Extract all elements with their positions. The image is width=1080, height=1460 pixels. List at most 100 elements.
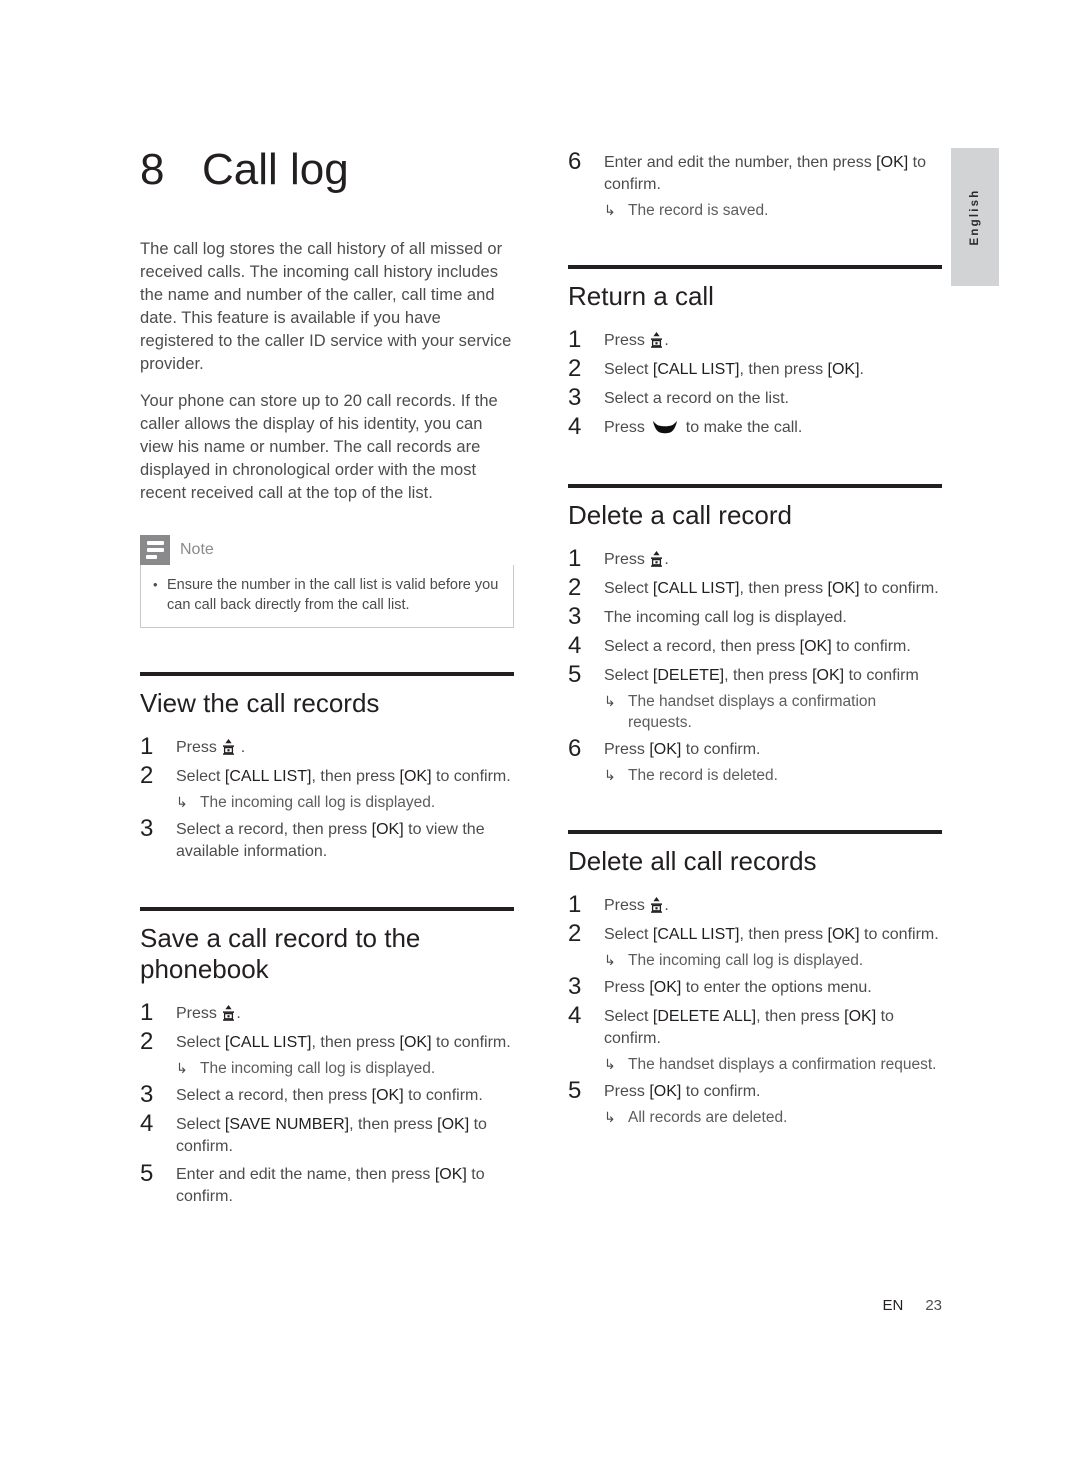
step-item: 5 Select [DELETE], then press [OK] to co… <box>568 661 942 733</box>
step-text: Select [CALL LIST], then press [OK] to c… <box>176 766 514 788</box>
note-body: • Ensure the number in the call list is … <box>140 565 514 628</box>
steps-list: 1 Press . 2 Select [CALL LIST], then pre… <box>140 733 514 863</box>
step-text-part: Enter and edit the name, then press <box>176 1166 435 1183</box>
step-item: 6 Press [OK] to confirm. ↳ The record is… <box>568 735 942 786</box>
result-arrow-icon: ↳ <box>604 767 616 783</box>
step-item: 1 Press . <box>140 733 514 760</box>
step-number: 2 <box>140 1028 154 1055</box>
step-text-key: [OK] <box>437 1116 470 1133</box>
result-arrow-icon: ↳ <box>604 1056 616 1072</box>
page-footer: EN 23 <box>568 1297 942 1314</box>
step-body: Press . <box>176 733 514 760</box>
chapter-title: Call log <box>202 145 349 194</box>
step-item: 4 Select [DELETE ALL], then press [OK] t… <box>568 1002 942 1075</box>
step-result: ↳ The incoming call log is displayed. <box>604 950 942 971</box>
step-text-post: . <box>664 897 669 914</box>
step-text: Select [CALL LIST], then press [OK] to c… <box>604 924 942 946</box>
menu-key-icon <box>222 1005 235 1021</box>
step-text-part: , then press <box>724 667 813 684</box>
step-body: Select [SAVE NUMBER], then press [OK] to… <box>176 1110 514 1158</box>
step-item: 2 Select [CALL LIST], then press [OK] to… <box>568 574 942 601</box>
step-text-part: to confirm. <box>681 741 761 758</box>
step-result: ↳ The incoming call log is displayed. <box>176 1058 514 1079</box>
result-text: The handset displays a confirmation requ… <box>628 1056 937 1073</box>
section-rule <box>140 907 514 911</box>
note-item-text: Ensure the number in the call list is va… <box>167 577 499 613</box>
result-text: The incoming call log is displayed. <box>628 952 864 969</box>
steps-list: 1 Press . 2 Select [CALL LIST], then pre… <box>568 891 942 1128</box>
step-text-key: [OK] <box>827 926 860 943</box>
note-list-item: • Ensure the number in the call list is … <box>153 575 501 615</box>
step-number: 3 <box>140 1081 154 1108</box>
step-text-key: [CALL LIST] <box>652 926 740 943</box>
left-column: 8 Call log The call log stores the call … <box>140 148 514 1210</box>
step-text-key: [CALL LIST] <box>224 1034 312 1051</box>
step-text-part: Press <box>604 741 650 758</box>
step-text-part: , then press <box>311 768 400 785</box>
step-result: ↳ The incoming call log is displayed. <box>176 792 514 813</box>
step-body: Select a record on the list. <box>604 384 942 411</box>
step-text-key: [OK] <box>649 1083 682 1100</box>
menu-key-icon <box>222 739 235 755</box>
step-text-part: , then press <box>349 1116 438 1133</box>
step-text-key: [OK] <box>371 1087 404 1104</box>
step-body: Press [OK] to confirm. ↳ All records are… <box>604 1077 942 1128</box>
section-title: Delete all call records <box>568 846 817 876</box>
steps-list: 1 Press . 2 Select [CALL LIST], then pre… <box>140 999 514 1208</box>
note-lines-icon <box>140 535 170 565</box>
step-text: Select [DELETE], then press [OK] to conf… <box>604 665 942 687</box>
step-item: 3 Select a record on the list. <box>568 384 942 411</box>
step-number: 4 <box>140 1110 154 1137</box>
step-text: Press [OK] to enter the options menu. <box>604 977 942 999</box>
step-number: 5 <box>140 1160 154 1187</box>
step-number: 3 <box>140 815 154 842</box>
result-text: The record is saved. <box>628 202 769 219</box>
note-bullet: • <box>153 577 158 592</box>
result-arrow-icon: ↳ <box>176 1060 188 1076</box>
step-item: 3 Press [OK] to enter the options menu. <box>568 973 942 1000</box>
step-text-key: [CALL LIST] <box>652 580 740 597</box>
step-item: 2 Select [CALL LIST], then press [OK] to… <box>140 1028 514 1079</box>
step-body: Press . <box>604 891 942 918</box>
step-item: 2 Select [CALL LIST], then press [OK] to… <box>140 762 514 813</box>
step-text-key: [OK] <box>812 667 845 684</box>
menu-key-icon <box>650 332 663 348</box>
step-text-post: . <box>236 739 246 756</box>
step-body: Press [OK] to enter the options menu. <box>604 973 942 1000</box>
step-body: Select [CALL LIST], then press [OK] to c… <box>176 1028 514 1079</box>
result-arrow-icon: ↳ <box>604 693 616 709</box>
step-text-part: Select <box>604 580 653 597</box>
step-text-key: [SAVE NUMBER] <box>224 1116 350 1133</box>
step-text-part: . <box>859 361 864 378</box>
step-item: 2 Select [CALL LIST], then press [OK]. <box>568 355 942 382</box>
menu-key-icon <box>650 897 663 913</box>
step-number: 2 <box>568 355 582 382</box>
step-text: Select a record, then press [OK] to conf… <box>176 1085 514 1107</box>
step-text-key: [OK] <box>827 361 860 378</box>
intro-paragraph-1: The call log stores the call history of … <box>140 240 512 373</box>
section-delete-a-call-record: Delete a call record 1 Press . 2 Select … <box>568 484 942 786</box>
step-result: ↳ The record is deleted. <box>604 765 942 786</box>
step-text: Select [CALL LIST], then press [OK] to c… <box>604 578 942 600</box>
step-text: Select [CALL LIST], then press [OK]. <box>604 359 942 381</box>
section-title: Save a call record to the phonebook <box>140 923 421 984</box>
step-text-part: to confirm. <box>431 768 511 785</box>
step-body: Select [CALL LIST], then press [OK] to c… <box>604 574 942 601</box>
step-body: Select [DELETE], then press [OK] to conf… <box>604 661 942 733</box>
menu-key-icon <box>650 551 663 567</box>
step-text-key: [OK] <box>649 979 682 996</box>
step-text-part: to confirm. <box>681 1083 761 1100</box>
step-number: 6 <box>568 735 582 762</box>
step-text-part: to confirm. <box>859 580 939 597</box>
step-text-part: to confirm. <box>403 1087 483 1104</box>
section-rule <box>568 830 942 834</box>
step-text-key: [DELETE ALL] <box>652 1008 757 1025</box>
section-rule <box>568 265 942 269</box>
footer-page-number: 23 <box>925 1297 942 1314</box>
step-item: 4 Press to make the call. <box>568 413 942 440</box>
manual-page: English 8 Call log The call log stores t… <box>0 0 1080 1460</box>
result-arrow-icon: ↳ <box>604 202 616 218</box>
section-return-a-call: Return a call 1 Press . 2 Select [CALL L… <box>568 265 942 440</box>
step-result: ↳ All records are deleted. <box>604 1107 942 1128</box>
step-item: 5 Press [OK] to confirm. ↳ All records a… <box>568 1077 942 1128</box>
